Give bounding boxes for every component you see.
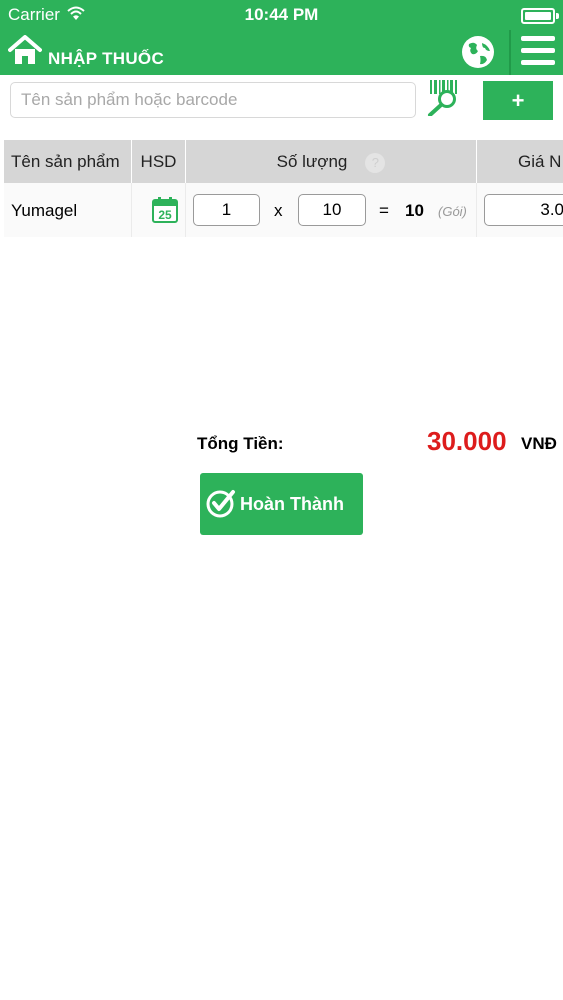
col-expiry: HSD bbox=[132, 140, 186, 183]
total-amount: 30.000 bbox=[427, 426, 507, 456]
complete-button[interactable]: Hoàn Thành bbox=[200, 473, 363, 535]
col-price: Giá N bbox=[477, 140, 563, 183]
table-row: Yumagel 25 1 x 10 = 10 (Gói) 3.0 bbox=[4, 183, 563, 237]
total-currency: VNĐ bbox=[521, 434, 557, 453]
price-input[interactable]: 3.0 bbox=[484, 194, 563, 226]
nav-divider bbox=[509, 30, 511, 75]
per-pack-input[interactable]: 10 bbox=[298, 194, 366, 226]
unit-label: (Gói) bbox=[438, 204, 467, 219]
pack-count-input[interactable]: 1 bbox=[193, 194, 260, 226]
clock: 10:44 PM bbox=[244, 5, 319, 24]
globe-icon[interactable] bbox=[460, 34, 496, 70]
equals-sign: = bbox=[379, 201, 389, 220]
nav-bar: NHẬP THUỐC bbox=[0, 30, 563, 75]
col-product-name: Tên sản phẩm bbox=[4, 140, 132, 183]
help-icon[interactable]: ? bbox=[365, 152, 386, 173]
search-input[interactable] bbox=[10, 82, 416, 118]
check-circle-icon bbox=[206, 490, 235, 518]
barcode-scan-icon[interactable] bbox=[426, 80, 460, 116]
battery-icon bbox=[521, 8, 559, 24]
home-icon[interactable] bbox=[8, 35, 42, 65]
table-header: Tên sản phẩm HSD Số lượng? Giá N bbox=[4, 140, 563, 183]
status-bar: Carrier 10:44 PM bbox=[0, 0, 563, 30]
add-product-button[interactable]: + bbox=[483, 81, 553, 120]
product-name: Yumagel bbox=[11, 201, 78, 220]
times-sign: x bbox=[274, 201, 283, 220]
col-quantity: Số lượng? bbox=[186, 140, 477, 183]
menu-icon[interactable] bbox=[521, 36, 555, 68]
calendar-day: 25 bbox=[158, 208, 172, 222]
quantity-total: 10 bbox=[405, 201, 424, 220]
col-quantity-label: Số lượng bbox=[276, 152, 348, 171]
app-header: Carrier 10:44 PM NHẬP THUỐC bbox=[0, 0, 563, 75]
total-label: Tổng Tiền: bbox=[197, 434, 284, 453]
complete-button-label: Hoàn Thành bbox=[240, 494, 344, 514]
page-title: NHẬP THUỐC bbox=[48, 49, 165, 68]
calendar-icon[interactable]: 25 bbox=[152, 197, 178, 223]
